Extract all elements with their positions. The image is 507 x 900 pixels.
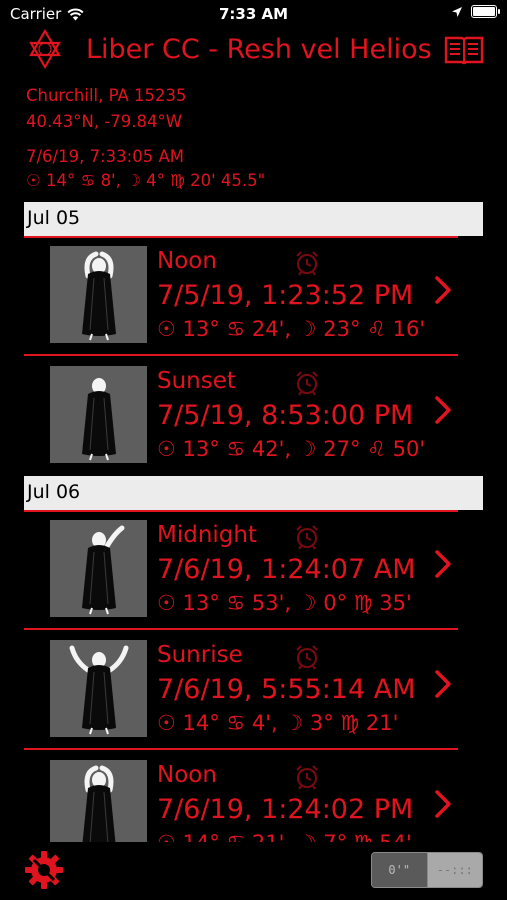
alarm-clock-icon[interactable] <box>294 250 320 276</box>
location-coords: 40.43°N, -79.84°W <box>26 112 183 131</box>
status-right <box>451 5 500 18</box>
chevron-right-icon <box>432 274 454 306</box>
unicursal-hexagram-icon <box>29 29 61 69</box>
list-item[interactable]: Sunrise 7/6/19, 5:55:14 AM ☉ 14° ♋ 4', ☽… <box>24 630 483 750</box>
current-datetime: 7/6/19, 7:33:05 AM <box>26 147 184 166</box>
row-label: Sunset <box>157 368 236 394</box>
section-header: Jul 05 <box>24 202 483 236</box>
alarm-clock-icon[interactable] <box>294 524 320 550</box>
row-label: Noon <box>157 248 217 274</box>
adoration-figure-midnight <box>50 520 147 617</box>
row-astro: ☉ 13° ♋ 42', ☽ 27° ♌ 50' <box>157 437 426 461</box>
app-title: Liber CC - Resh vel Helios <box>86 34 432 65</box>
row-astro: ☉ 13° ♋ 53', ☽ 0° ♍ 35' <box>157 591 412 615</box>
time-format-segmented-control[interactable]: 0'" --::: <box>371 852 483 888</box>
chevron-right-icon <box>432 668 454 700</box>
segment-clock[interactable]: --::: <box>427 853 482 887</box>
adoration-figure-noon <box>50 760 147 842</box>
row-astro: ☉ 13° ♋ 24', ☽ 23° ♌ 16' <box>157 317 426 341</box>
current-astro: ☉ 14° ♋ 8', ☽ 4° ♍ 20' 45.5" <box>26 171 266 190</box>
adoration-figure-noon <box>50 246 147 343</box>
gear-icon[interactable] <box>24 850 64 890</box>
row-label: Noon <box>157 762 217 788</box>
chevron-right-icon <box>432 548 454 580</box>
row-astro: ☉ 14° ♋ 4', ☽ 3° ♍ 21' <box>157 711 399 735</box>
chevron-right-icon <box>432 394 454 426</box>
row-label: Midnight <box>157 522 257 548</box>
adoration-figure-sunset <box>50 366 147 463</box>
row-astro: ☉ 14° ♋ 21', ☽ 7° ♍ 54' <box>157 831 412 842</box>
open-book-icon[interactable] <box>444 34 484 66</box>
row-time: 7/5/19, 1:23:52 PM <box>157 280 414 311</box>
alarm-clock-icon[interactable] <box>294 370 320 396</box>
list-item[interactable]: Midnight 7/6/19, 1:24:07 AM ☉ 13° ♋ 53',… <box>24 510 483 630</box>
app-header: Liber CC - Resh vel Helios <box>0 28 507 74</box>
row-time: 7/6/19, 5:55:14 AM <box>157 674 416 705</box>
alarm-clock-icon[interactable] <box>294 644 320 670</box>
chevron-right-icon <box>432 788 454 820</box>
row-time: 7/5/19, 8:53:00 PM <box>157 400 414 431</box>
adoration-figure-sunrise <box>50 640 147 737</box>
section-header: Jul 06 <box>24 476 483 510</box>
row-time: 7/6/19, 1:24:02 PM <box>157 794 414 825</box>
segment-degrees[interactable]: 0'" <box>372 853 428 887</box>
list-item[interactable]: Noon 7/6/19, 1:24:02 PM ☉ 14° ♋ 21', ☽ 7… <box>24 750 483 842</box>
row-time: 7/6/19, 1:24:07 AM <box>157 554 416 585</box>
status-time: 7:33 AM <box>218 5 289 23</box>
row-label: Sunrise <box>157 642 243 668</box>
status-bar: Carrier 7:33 AM <box>0 0 507 28</box>
location-arrow-icon <box>452 6 462 17</box>
battery-icon <box>471 5 500 18</box>
list-item[interactable]: Noon 7/5/19, 1:23:52 PM ☉ 13° ♋ 24', ☽ 2… <box>24 236 483 356</box>
location-place: Churchill, PA 15235 <box>26 86 187 105</box>
adoration-list[interactable]: Jul 05 Noon 7/5/19, 1:23:52 PM ☉ 13° ♋ 2… <box>0 200 507 842</box>
alarm-clock-icon[interactable] <box>294 764 320 790</box>
list-item[interactable]: Sunset 7/5/19, 8:53:00 PM ☉ 13° ♋ 42', ☽… <box>24 356 483 476</box>
